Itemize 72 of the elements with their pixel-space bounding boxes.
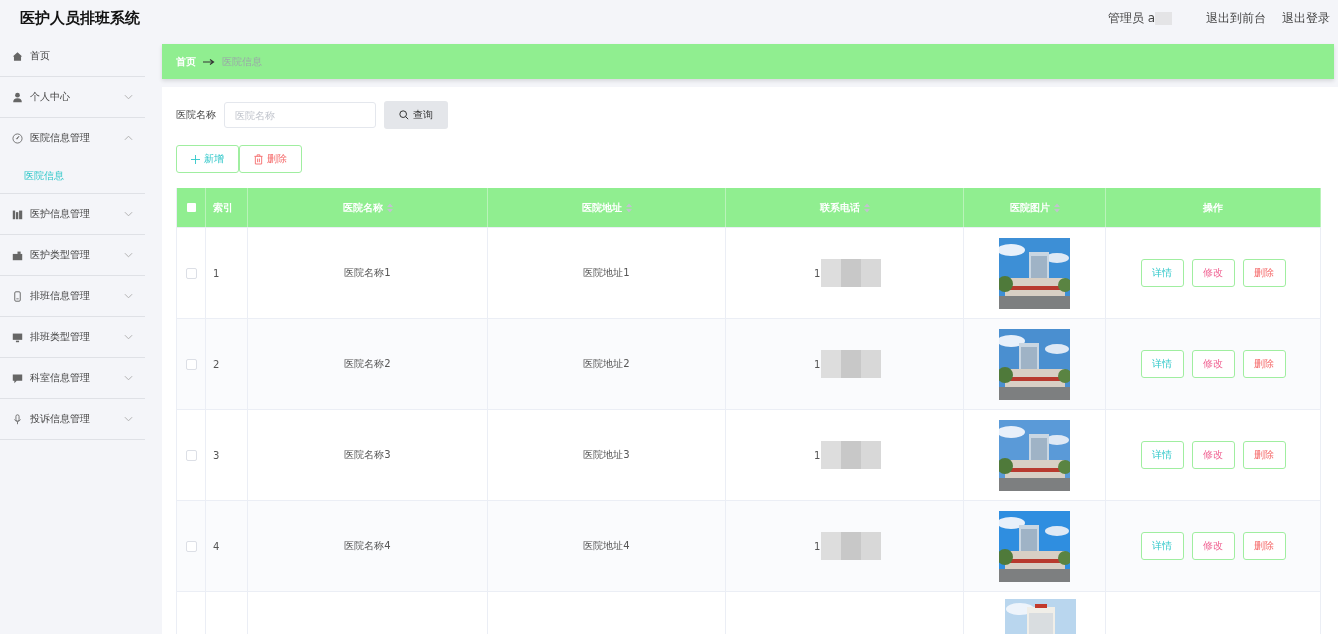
sidebar-item[interactable]: 排班类型管理 xyxy=(0,317,145,357)
monitor-icon xyxy=(12,331,23,343)
phone-icon xyxy=(12,290,23,302)
row-checkbox[interactable] xyxy=(185,267,197,279)
user-name: 管理员 a xyxy=(1107,9,1155,27)
app-title: 医护人员排班系统 xyxy=(20,8,140,28)
table-cell: 医院名称1 xyxy=(344,266,391,280)
sidebar-item[interactable]: 投诉信息管理 xyxy=(0,399,145,439)
blurred-area xyxy=(821,532,882,560)
search-button[interactable]: 查询 xyxy=(384,101,448,129)
delete-button[interactable]: 删除 xyxy=(1242,441,1286,469)
delete-button[interactable]: 删除 xyxy=(1242,259,1286,287)
row-checkbox[interactable] xyxy=(185,540,197,552)
field-label: 医院名称 xyxy=(176,108,216,122)
delete-button[interactable]: 删除 xyxy=(239,145,302,173)
wallet-icon xyxy=(12,249,23,261)
select-all-checkbox[interactable] xyxy=(186,203,196,212)
table-cell: 1 xyxy=(814,540,821,552)
edit-button[interactable]: 修改 xyxy=(1191,259,1235,287)
details-button[interactable]: 详情 xyxy=(1140,441,1184,469)
header-link[interactable]: 退出登录 xyxy=(1282,9,1330,27)
blurred-area xyxy=(821,441,882,469)
row-checkbox[interactable] xyxy=(185,449,197,461)
table-cell: 4 xyxy=(213,540,220,552)
bar-chart-icon xyxy=(12,208,23,220)
add-button[interactable]: 新增 xyxy=(176,145,239,173)
details-button[interactable]: 详情 xyxy=(1140,532,1184,560)
details-button[interactable]: 详情 xyxy=(1140,350,1184,378)
table-cell: 医院名称4 xyxy=(344,539,391,553)
edit-button[interactable]: 修改 xyxy=(1191,441,1235,469)
table-cell: 2 xyxy=(213,358,220,370)
edit-button[interactable]: 修改 xyxy=(1191,350,1235,378)
delete-button[interactable]: 删除 xyxy=(1242,350,1286,378)
delete-button[interactable]: 删除 xyxy=(1242,532,1286,560)
microphone-icon xyxy=(12,413,23,425)
sort-icon[interactable] xyxy=(386,202,393,213)
search-icon xyxy=(399,110,409,120)
sidebar-item[interactable]: 排班信息管理 xyxy=(0,276,145,316)
sidebar-item[interactable]: 医护信息管理 xyxy=(0,194,145,234)
table-cell: 医院地址1 xyxy=(583,266,630,280)
blurred-area xyxy=(821,350,882,378)
compass-icon xyxy=(12,132,23,144)
table-cell: 1 xyxy=(814,449,821,461)
sort-icon[interactable] xyxy=(625,202,632,213)
table-cell: 医院地址2 xyxy=(583,357,630,371)
sidebar-item[interactable]: 医护类型管理 xyxy=(0,235,145,275)
home-icon xyxy=(12,50,23,62)
edit-button[interactable]: 修改 xyxy=(1191,532,1235,560)
header-link[interactable]: 退出到前台 xyxy=(1206,9,1266,27)
sort-icon[interactable] xyxy=(1053,202,1060,213)
sidebar-subitem[interactable]: 医院信息 xyxy=(0,158,145,193)
sort-icon[interactable] xyxy=(863,202,870,213)
person-icon xyxy=(12,91,23,103)
arrow-icon xyxy=(203,58,215,65)
sidebar-item[interactable]: 首页 xyxy=(0,36,145,76)
table-cell: 医院地址4 xyxy=(583,539,630,553)
table-cell: 3 xyxy=(213,449,220,461)
table-cell: 医院名称3 xyxy=(344,448,391,462)
details-button[interactable]: 详情 xyxy=(1140,259,1184,287)
table-cell: 医院名称2 xyxy=(344,357,391,371)
chat-icon xyxy=(12,372,23,384)
table-cell: 1 xyxy=(213,267,220,279)
trash-icon xyxy=(254,153,263,165)
blurred-area xyxy=(821,259,882,287)
table-cell: 医院地址3 xyxy=(583,448,630,462)
sidebar-item[interactable]: 科室信息管理 xyxy=(0,358,145,398)
sidebar-item[interactable]: 个人中心 xyxy=(0,77,145,117)
sidebar-item[interactable]: 医院信息管理 xyxy=(0,118,145,158)
table-cell: 1 xyxy=(814,267,821,279)
row-checkbox[interactable] xyxy=(185,358,197,370)
plus-icon xyxy=(191,154,200,164)
table-cell: 1 xyxy=(814,358,821,370)
